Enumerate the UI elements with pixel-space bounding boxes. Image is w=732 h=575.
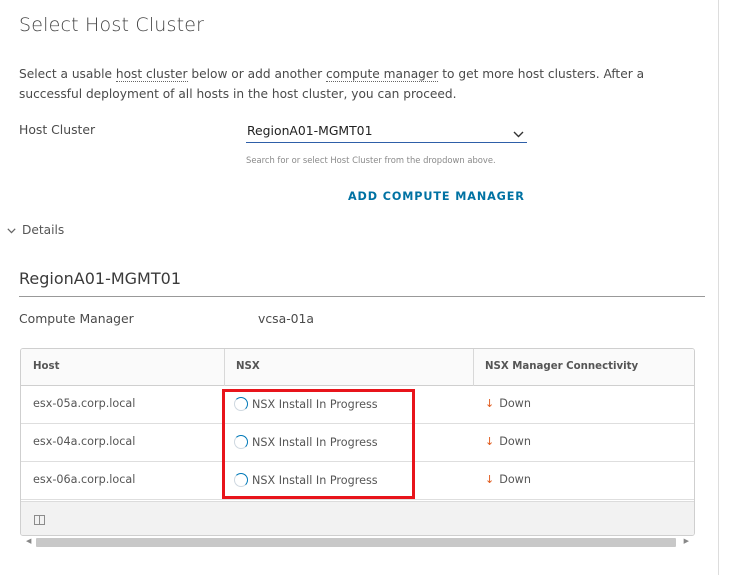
add-compute-manager-button[interactable]: ADD COMPUTE MANAGER xyxy=(348,190,525,203)
host-cell: esx-04a.corp.local xyxy=(33,435,136,448)
intro-text: Select a usable host cluster below or ad… xyxy=(19,64,709,104)
scroll-right-arrow-icon[interactable]: ▶ xyxy=(684,537,689,545)
intro-part-1: Select a usable xyxy=(19,67,116,81)
chevron-down-icon xyxy=(7,223,16,237)
host-cluster-label: Host Cluster xyxy=(19,122,96,137)
highlight-box xyxy=(222,389,415,499)
connectivity-text: Down xyxy=(499,473,531,486)
arrow-down-icon: ↓ xyxy=(485,473,495,486)
column-header-connectivity[interactable]: NSX Manager Connectivity xyxy=(485,361,638,372)
panel-divider xyxy=(718,0,719,575)
scrollbar-thumb[interactable] xyxy=(36,538,676,547)
connectivity-text: Down xyxy=(499,435,531,448)
arrow-down-icon: ↓ xyxy=(485,397,495,410)
column-header-nsx[interactable]: NSX xyxy=(236,361,260,372)
intro-part-2: below or add another xyxy=(187,67,326,81)
column-separator[interactable] xyxy=(473,349,474,386)
page-title: Select Host Cluster xyxy=(19,14,205,36)
column-header-host[interactable]: Host xyxy=(33,361,59,372)
arrow-down-icon: ↓ xyxy=(485,435,495,448)
column-toggle-icon[interactable] xyxy=(34,515,45,525)
host-cluster-term[interactable]: host cluster xyxy=(115,67,188,82)
host-cell: esx-05a.corp.local xyxy=(33,397,136,410)
connectivity-text: Down xyxy=(499,397,531,410)
compute-manager-value: vcsa-01a xyxy=(258,311,315,326)
cluster-heading: RegionA01-MGMT01 xyxy=(19,269,181,288)
host-cluster-select[interactable]: RegionA01-MGMT01 xyxy=(246,121,527,143)
scroll-left-arrow-icon[interactable]: ◀ xyxy=(26,537,31,545)
host-cluster-selected-value: RegionA01-MGMT01 xyxy=(247,123,373,138)
heading-divider xyxy=(19,296,705,297)
grid-header: Host NSX NSX Manager Connectivity xyxy=(21,349,694,386)
host-cell: esx-06a.corp.local xyxy=(33,473,136,486)
compute-manager-label: Compute Manager xyxy=(19,311,134,326)
horizontal-scrollbar[interactable]: ◀ ▶ xyxy=(20,537,695,549)
connectivity-cell: ↓ Down xyxy=(485,435,531,448)
grid-footer xyxy=(21,501,694,535)
host-cluster-helper-text: Search for or select Host Cluster from t… xyxy=(246,155,496,165)
compute-manager-term[interactable]: compute manager xyxy=(325,67,439,82)
chevron-down-icon xyxy=(513,126,524,141)
connectivity-cell: ↓ Down xyxy=(485,473,531,486)
connectivity-cell: ↓ Down xyxy=(485,397,531,410)
column-separator[interactable] xyxy=(224,349,225,386)
details-toggle-label: Details xyxy=(22,223,65,237)
details-toggle[interactable]: Details xyxy=(7,223,64,237)
